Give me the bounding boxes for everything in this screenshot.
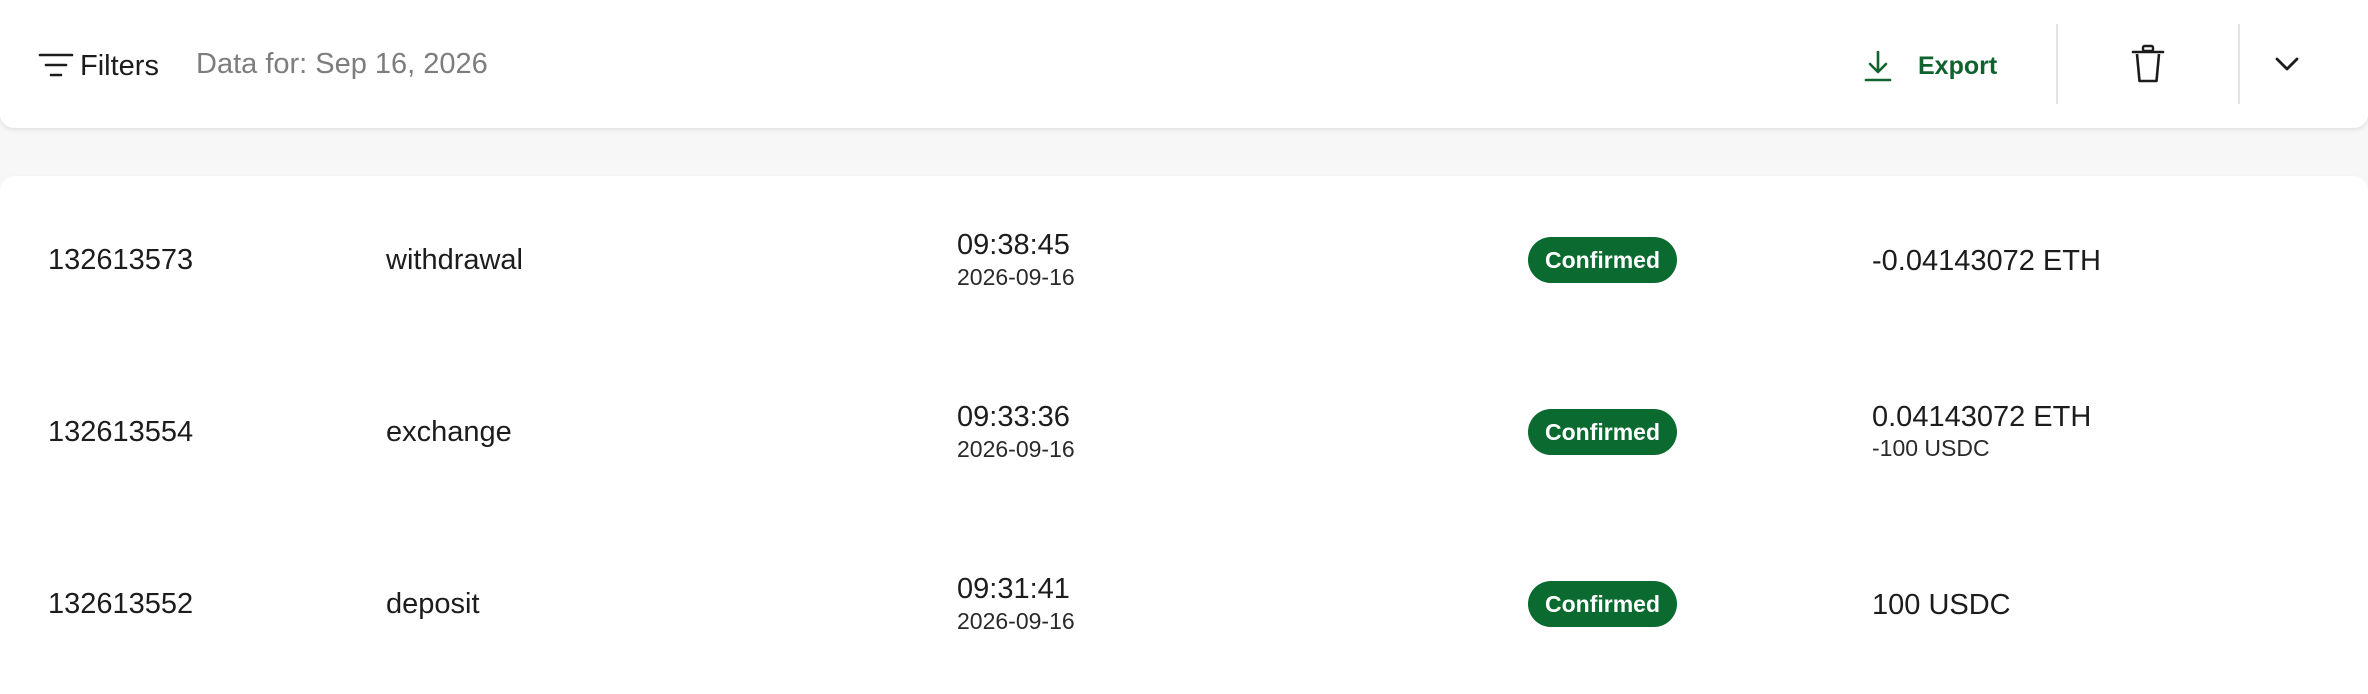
chevron-down-icon — [2275, 57, 2299, 71]
amount-primary: 100 USDC — [1872, 589, 2011, 621]
export-label: Export — [1918, 51, 1998, 80]
filters-button[interactable]: Filters — [38, 46, 159, 86]
expand-button[interactable] — [2274, 50, 2300, 78]
transaction-date: 2026-09-16 — [957, 608, 1075, 634]
amount-secondary: -100 USDC — [1872, 435, 1990, 461]
transaction-amount: 0.04143072 ETH -100 USDC — [1872, 400, 2091, 462]
export-button[interactable]: Export — [1862, 46, 1997, 86]
filters-label: Filters — [80, 49, 159, 82]
status-badge: Confirmed — [1528, 237, 1677, 283]
transaction-type: deposit — [386, 588, 480, 620]
table-row[interactable]: 132613552 deposit 09:31:41 2026-09-16 Co… — [0, 520, 2368, 692]
transaction-datetime: 09:33:36 2026-09-16 — [957, 400, 1075, 464]
trash-icon — [2131, 44, 2165, 83]
data-date-label: Data for: Sep 16, 2026 — [196, 48, 488, 80]
table-row[interactable]: 132613554 exchange 09:33:36 2026-09-16 C… — [0, 348, 2368, 520]
status-badge: Confirmed — [1528, 581, 1677, 627]
transaction-amount: 100 USDC — [1872, 588, 2011, 622]
transaction-id: 132613573 — [48, 244, 194, 276]
delete-button[interactable] — [2128, 42, 2168, 86]
status-badge: Confirmed — [1528, 409, 1677, 455]
status-cell: Confirmed — [1528, 237, 1677, 283]
transaction-date: 2026-09-16 — [957, 436, 1075, 462]
transaction-amount: -0.04143072 ETH — [1872, 244, 2101, 278]
transaction-datetime: 09:38:45 2026-09-16 — [957, 228, 1075, 292]
table-row[interactable]: 132613573 withdrawal 09:38:45 2026-09-16… — [0, 176, 2368, 348]
transaction-id: 132613554 — [48, 416, 194, 448]
transaction-time: 09:38:45 — [957, 229, 1070, 261]
download-icon — [1864, 50, 1892, 82]
transaction-time: 09:31:41 — [957, 573, 1070, 605]
toolbar: Filters Data for: Sep 16, 2026 Export — [0, 0, 2368, 128]
toolbar-divider — [2056, 24, 2058, 104]
amount-primary: 0.04143072 ETH — [1872, 401, 2092, 433]
transaction-date: 2026-09-16 — [957, 264, 1075, 290]
transaction-type: exchange — [386, 416, 512, 448]
filter-lines-icon — [38, 53, 74, 77]
status-cell: Confirmed — [1528, 581, 1677, 627]
transactions-list: 132613573 withdrawal 09:38:45 2026-09-16… — [0, 176, 2368, 694]
transaction-time: 09:33:36 — [957, 401, 1070, 433]
toolbar-divider — [2238, 24, 2240, 104]
transaction-id: 132613552 — [48, 588, 194, 620]
status-cell: Confirmed — [1528, 409, 1677, 455]
amount-primary: -0.04143072 ETH — [1872, 245, 2101, 277]
transaction-type: withdrawal — [386, 244, 523, 276]
transaction-datetime: 09:31:41 2026-09-16 — [957, 572, 1075, 636]
